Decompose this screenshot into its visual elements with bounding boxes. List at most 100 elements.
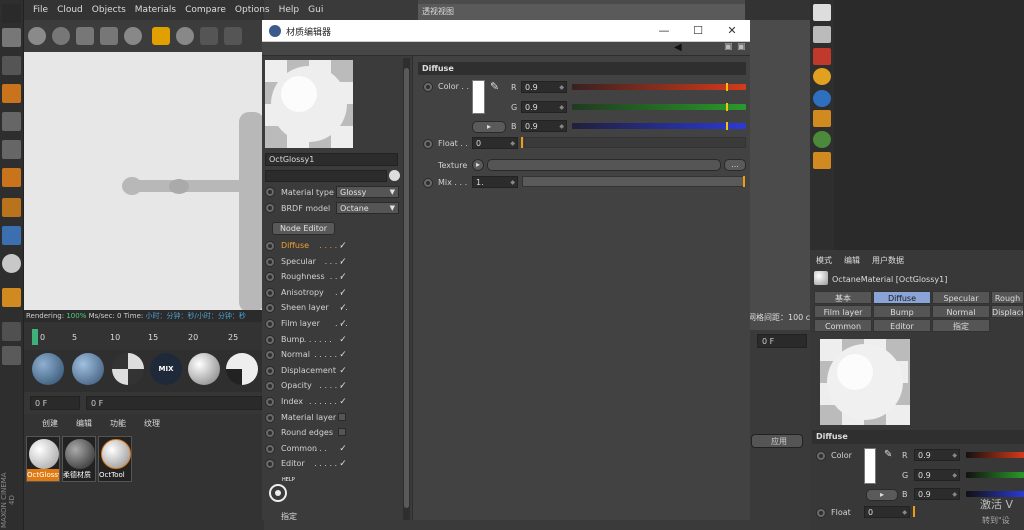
minimize-icon[interactable]: —: [654, 22, 674, 40]
frame2-icon[interactable]: [224, 27, 242, 45]
material-preview[interactable]: [265, 60, 353, 148]
checkmark-icon[interactable]: ✓: [338, 366, 348, 376]
channel-label[interactable]: Normal: [281, 350, 310, 359]
menu-objects[interactable]: Objects: [92, 5, 126, 15]
r-slider[interactable]: [572, 84, 746, 90]
dialog-scroll-thumb[interactable]: [404, 68, 409, 508]
g-slider-handle[interactable]: [726, 103, 728, 111]
channel-row[interactable]: Bump. . . . . . ✓: [263, 334, 401, 347]
attr-r-slider[interactable]: [966, 452, 1024, 458]
r-input[interactable]: 0.9 ◆: [521, 81, 567, 93]
apply-button[interactable]: 应用: [751, 434, 803, 448]
channel-radio[interactable]: [265, 366, 275, 376]
channel-radio[interactable]: [265, 444, 275, 454]
channel-label[interactable]: Material layer: [281, 413, 336, 422]
close-icon[interactable]: ✕: [722, 22, 742, 40]
attr-tab-specular[interactable]: Specular: [932, 291, 990, 304]
cube-edit-icon[interactable]: [2, 112, 21, 131]
channel-row[interactable]: Roughness. . . ✓: [263, 271, 401, 284]
channel-label[interactable]: Opacity: [281, 381, 312, 390]
preset-half-sphere-icon[interactable]: [226, 353, 258, 385]
bg-frame-field[interactable]: 0 F: [757, 334, 807, 348]
channel-row[interactable]: Anisotropy. . ✓: [263, 287, 401, 300]
channel-label[interactable]: Bump: [281, 335, 304, 344]
dialog-titlebar[interactable]: [262, 20, 750, 42]
channel-radio[interactable]: [265, 257, 275, 267]
float-radio[interactable]: [423, 139, 433, 149]
channel-row[interactable]: Displacement ✓: [263, 365, 401, 378]
attr-tab-editor[interactable]: Editor: [873, 319, 931, 332]
menu-file[interactable]: File: [33, 5, 48, 15]
eyedropper-icon[interactable]: ✎: [884, 449, 896, 461]
checker-tool-icon[interactable]: [2, 56, 21, 75]
checkmark-icon[interactable]: ✓: [338, 335, 348, 345]
cubes-icon[interactable]: [813, 110, 831, 127]
channel-radio[interactable]: [265, 272, 275, 282]
checkmark-icon[interactable]: ✓: [338, 350, 348, 360]
channel-row[interactable]: Editor . . . . . ✓: [263, 458, 401, 471]
brdf-radio[interactable]: [265, 203, 275, 213]
menu-help[interactable]: Help: [279, 5, 300, 15]
axis-tool-icon[interactable]: [2, 198, 21, 217]
settings-gear-icon[interactable]: [124, 27, 142, 45]
checkmark-icon[interactable]: ✓: [338, 303, 348, 313]
channel-row[interactable]: Film layer. . . ✓: [263, 318, 401, 331]
frame-range-field[interactable]: 0 F: [86, 396, 262, 410]
timeline-playhead[interactable]: [32, 329, 38, 345]
b-input[interactable]: 0.9 ◆: [521, 120, 567, 132]
channel-label[interactable]: Diffuse: [281, 241, 309, 250]
pick-icon[interactable]: [389, 170, 400, 181]
channel-radio[interactable]: [265, 288, 275, 298]
brdf-dropdown[interactable]: Octane ▼: [336, 202, 399, 214]
menu-compare[interactable]: Compare: [185, 5, 226, 15]
attr-g-input[interactable]: 0.9 ◆: [914, 469, 960, 481]
texture-field[interactable]: [487, 159, 721, 171]
attr-float-slider-marker[interactable]: [913, 506, 915, 517]
grid-tool-icon[interactable]: [2, 84, 21, 103]
material-thumb[interactable]: OctTool: [98, 436, 132, 482]
g-slider[interactable]: [572, 104, 746, 110]
attr-tab-normal[interactable]: Normal: [932, 305, 990, 318]
mm-menu-function[interactable]: 功能: [110, 418, 126, 432]
checkbox-empty-icon[interactable]: [338, 413, 346, 421]
r-slider-handle[interactable]: [726, 83, 728, 91]
cubes2-icon[interactable]: [813, 152, 831, 169]
channel-radio[interactable]: [265, 335, 275, 345]
checkmark-icon[interactable]: ✓: [338, 444, 348, 454]
light-bulb-icon[interactable]: [813, 26, 831, 43]
checkmark-icon[interactable]: ✓: [338, 257, 348, 267]
octane-logo-icon[interactable]: [28, 27, 46, 45]
cube-polygons-icon[interactable]: [2, 168, 21, 187]
back-arrow-icon[interactable]: ◀: [674, 42, 682, 53]
channel-row[interactable]: Sheen layer. . ✓: [263, 302, 401, 315]
checkmark-icon[interactable]: ✓: [338, 319, 348, 329]
checkmark-icon[interactable]: ✓: [338, 288, 348, 298]
preset-blue-sphere-icon[interactable]: [32, 353, 64, 385]
frame-icon[interactable]: [200, 27, 218, 45]
node-editor-button[interactable]: Node Editor: [272, 222, 335, 235]
attr-tab-assign[interactable]: 指定: [932, 319, 990, 332]
menu-options[interactable]: Options: [235, 5, 270, 15]
checkmark-icon[interactable]: ✓: [338, 272, 348, 282]
timeline[interactable]: 0 5 10 15 20 25: [24, 322, 264, 350]
mm-menu-texture[interactable]: 纹理: [144, 418, 160, 432]
material-thumb[interactable]: 柔德材质: [62, 436, 96, 482]
mm-menu-create[interactable]: 创建: [42, 418, 58, 432]
region-render-icon[interactable]: [100, 27, 118, 45]
color-options-button[interactable]: ▸: [472, 121, 506, 133]
checkmark-icon[interactable]: ✓: [338, 241, 348, 251]
texture-more-button[interactable]: ...: [724, 159, 746, 171]
attr-color-options-button[interactable]: ▸: [866, 489, 898, 501]
float-input[interactable]: 0 ◆: [472, 137, 518, 149]
channel-label[interactable]: Index: [281, 397, 303, 406]
channel-label[interactable]: Common: [281, 444, 317, 453]
g-input[interactable]: 0.9 ◆: [521, 101, 567, 113]
texture-arrow-button[interactable]: ▸: [472, 159, 484, 171]
mix-slider-track[interactable]: [522, 176, 744, 187]
channel-radio[interactable]: [265, 350, 275, 360]
sphere-preview-icon[interactable]: [176, 27, 194, 45]
channel-row[interactable]: Material layer: [263, 412, 401, 425]
mix-radio[interactable]: [423, 178, 433, 188]
attr-float-input[interactable]: 0 ◆: [864, 506, 910, 518]
preset-glass-sphere-icon[interactable]: [72, 353, 104, 385]
